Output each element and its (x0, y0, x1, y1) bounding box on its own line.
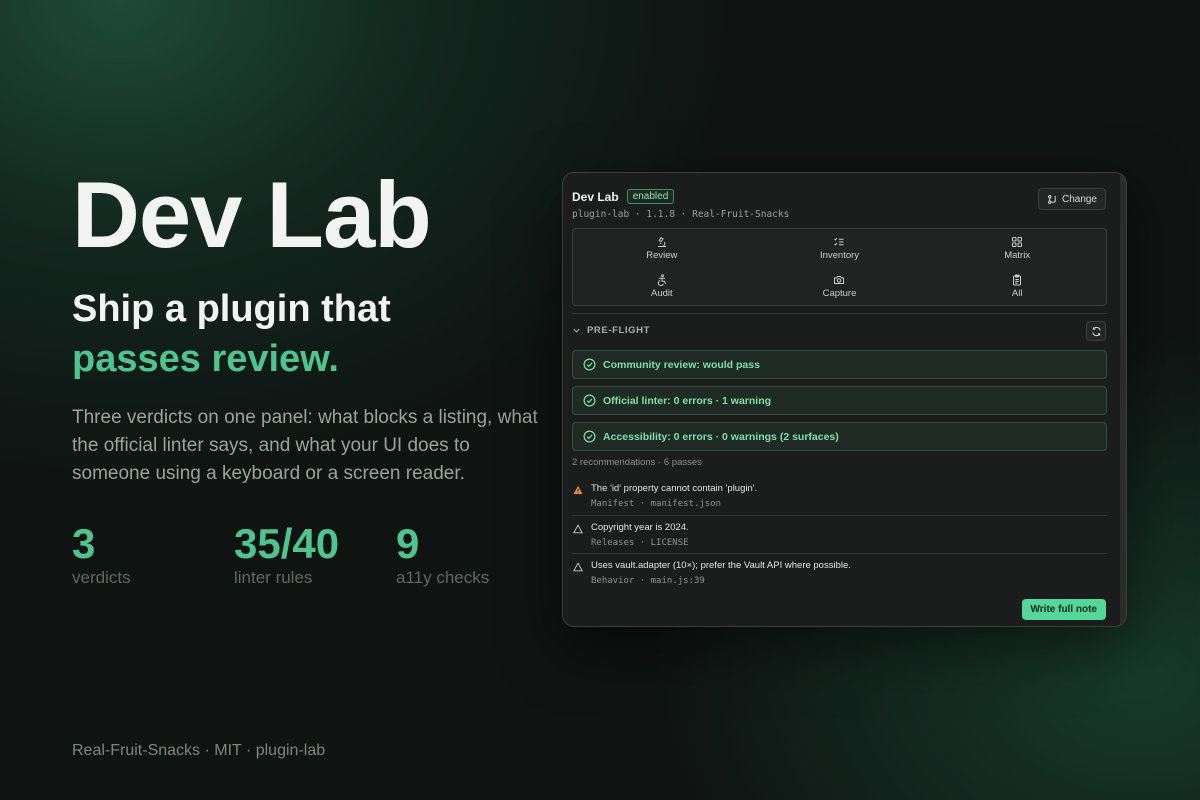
nav-label: Capture (822, 287, 857, 299)
verdict-label: Official linter: 0 errors · 1 warning (603, 394, 772, 407)
stat-a11y-checks: 9 a11y checks (396, 522, 489, 588)
nav-grid: Review Inventory Matrix Audit Capture Al… (572, 228, 1107, 306)
accessibility-icon (657, 273, 666, 286)
grid-icon (1012, 236, 1023, 247)
nav-label: All (1011, 287, 1023, 299)
panel-header: Dev Lab enabled (572, 189, 675, 204)
stat-label: a11y checks (396, 568, 490, 587)
recommendation-item[interactable]: The 'id' property cannot contain 'plugin… (572, 479, 1107, 516)
nav-label: Review (646, 249, 678, 261)
nav-review[interactable]: Review (573, 229, 751, 267)
nav-label: Audit (651, 287, 673, 299)
recommendation-divider (572, 515, 1107, 516)
clipboard-icon (1013, 274, 1022, 285)
verdict-accessibility[interactable]: Accessibility: 0 errors · 0 warnings (2 … (572, 422, 1107, 451)
preflight-section-toggle[interactable]: PRE-FLIGHT (572, 325, 650, 336)
tagline-line1: Ship a plugin that (72, 288, 391, 330)
stat-label: verdicts (72, 568, 131, 587)
recommendation-message: Copyright year is 2024. (591, 522, 689, 533)
nav-matrix[interactable]: Matrix (928, 229, 1106, 267)
nav-label: Inventory (819, 249, 860, 261)
recommendation-location: Manifest · manifest.json (591, 499, 722, 509)
warning-icon (573, 485, 583, 494)
recommendation-message: The 'id' property cannot contain 'plugin… (591, 483, 758, 494)
refresh-icon (1091, 326, 1101, 336)
stat-value: 3 (72, 520, 96, 567)
stat-verdicts: 3 verdicts (72, 522, 131, 588)
refresh-button[interactable] (1086, 321, 1106, 341)
switch-icon (1048, 194, 1056, 204)
verdict-label: Accessibility: 0 errors · 0 warnings (2 … (603, 430, 839, 443)
recommendation-divider (572, 553, 1107, 554)
recommendations-summary: 2 recommendations · 6 passes (572, 457, 702, 468)
nav-inventory[interactable]: Inventory (751, 229, 929, 267)
camera-icon (834, 275, 845, 284)
panel-title: Dev Lab (572, 189, 619, 204)
write-full-note-button[interactable]: Write full note (1021, 599, 1106, 620)
hero-description: Three verdicts on one panel: what blocks… (72, 407, 538, 484)
change-button[interactable]: Change (1037, 188, 1106, 210)
section-divider (572, 313, 1107, 314)
microscope-icon (657, 236, 666, 247)
verdict-label: Community review: would pass (603, 358, 760, 371)
info-triangle-icon (573, 562, 583, 572)
plugin-meta: plugin-lab · 1.1.8 · Real-Fruit-Snacks (572, 209, 790, 220)
stat-linter-rules: 35/40 linter rules (234, 522, 339, 588)
tagline: Ship a plugin that passes review. (72, 284, 391, 384)
stat-value: 35/40 (234, 520, 340, 567)
status-badge: enabled (626, 189, 675, 204)
recommendation-item[interactable]: Copyright year is 2024. Releases · LICEN… (572, 518, 1107, 555)
nav-audit[interactable]: Audit (573, 267, 751, 305)
check-circle-icon (583, 358, 596, 371)
tagline-accent: passes review. (72, 338, 339, 380)
checklist-icon (834, 237, 844, 246)
check-circle-icon (583, 430, 596, 443)
footer-credits: Real-Fruit-Snacks · MIT · plugin-lab (72, 742, 326, 759)
change-label: Change (1061, 193, 1097, 205)
section-label: PRE-FLIGHT (587, 325, 650, 336)
check-circle-icon (583, 394, 596, 407)
recommendation-message: Uses vault.adapter (10×); prefer the Vau… (591, 560, 851, 571)
chevron-down-icon (573, 328, 580, 333)
recommendation-location: Releases · LICENSE (591, 538, 689, 548)
hero-title: Dev Lab (72, 162, 432, 267)
nav-capture[interactable]: Capture (751, 267, 929, 305)
recommendation-location: Behavior · main.js:39 (591, 576, 705, 586)
info-triangle-icon (573, 524, 583, 534)
panel-scrollbar[interactable] (1120, 173, 1126, 626)
stat-label: linter rules (234, 568, 313, 587)
nav-label: Matrix (1004, 249, 1031, 261)
nav-all[interactable]: All (928, 267, 1106, 305)
verdict-official-linter[interactable]: Official linter: 0 errors · 1 warning (572, 386, 1107, 415)
stat-value: 9 (396, 520, 420, 567)
recommendation-item[interactable]: Uses vault.adapter (10×); prefer the Vau… (572, 556, 1107, 593)
dev-lab-panel: Dev Lab enabled plugin-lab · 1.1.8 · Rea… (562, 172, 1127, 627)
verdict-community-review[interactable]: Community review: would pass (572, 350, 1107, 379)
